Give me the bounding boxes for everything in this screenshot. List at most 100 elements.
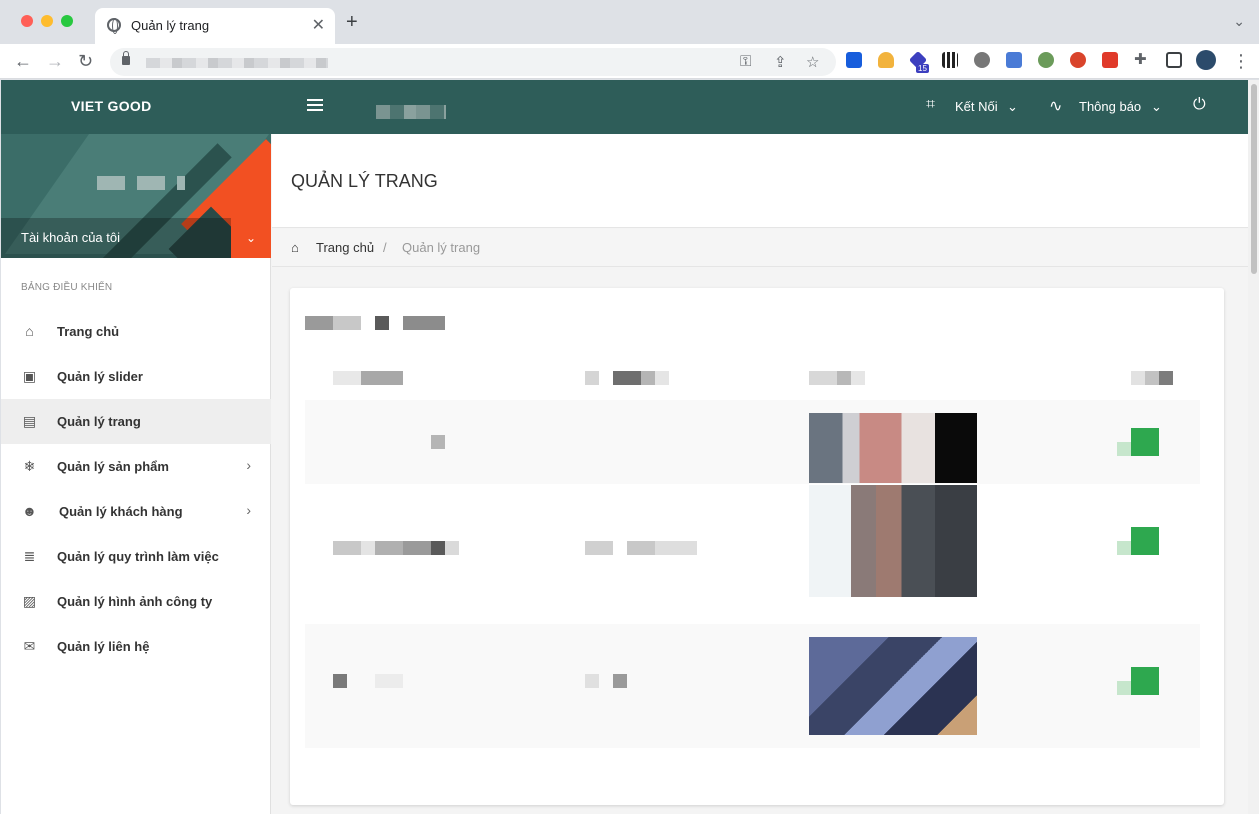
sidebar-item-products[interactable]: ❄ Quản lý sản phẩm ›	[1, 444, 271, 489]
sidebar-item-customers[interactable]: ☻ Quản lý khách hàng ›	[1, 489, 271, 534]
new-tab-button[interactable]: +	[346, 12, 358, 32]
status-toggle[interactable]	[1117, 527, 1159, 555]
content-card	[290, 288, 1224, 805]
breadcrumb: ⌂ Trang chủ / Quản lý trang	[272, 229, 1248, 267]
menu-toggle-icon[interactable]	[307, 99, 323, 113]
gallery-icon: ▨	[22, 593, 37, 609]
browser-tab-bar: Quản lý trang ✕ + ⌄	[0, 0, 1259, 44]
chevron-right-icon: ›	[246, 457, 251, 473]
home-icon: ⌂	[291, 240, 299, 255]
chevron-down-icon[interactable]: ⌄	[231, 218, 271, 258]
profile-banner: Tài khoản của tôi ⌄	[1, 134, 271, 258]
card-title-redacted	[305, 316, 445, 330]
table-row[interactable]	[305, 400, 1200, 484]
extension-badge: 15	[916, 64, 929, 73]
status-toggle[interactable]	[1117, 667, 1159, 695]
settings-extension-icon[interactable]	[974, 52, 990, 68]
notification-menu[interactable]: Thông báo	[1079, 99, 1141, 114]
chevron-right-icon: ›	[246, 502, 251, 518]
reload-icon[interactable]: ↻	[78, 50, 93, 72]
page-thumbnail	[809, 637, 977, 735]
chevron-down-icon[interactable]: ⌄	[1007, 99, 1018, 115]
extension-icon[interactable]	[1102, 52, 1118, 68]
cell-redacted	[333, 674, 403, 688]
profile-avatar[interactable]	[1196, 50, 1216, 70]
back-icon[interactable]: ←	[14, 50, 32, 72]
cell-redacted	[585, 674, 627, 688]
sidebar-item-gallery[interactable]: ▨ Quản lý hình ảnh công ty	[1, 579, 271, 624]
user-name-redacted	[97, 176, 185, 190]
qr-extension-icon[interactable]	[942, 52, 958, 68]
side-panel-icon[interactable]	[1166, 52, 1182, 68]
workflow-icon: ≣	[23, 548, 36, 564]
globe-icon	[107, 18, 121, 34]
page-header: QUẢN LÝ TRANG	[272, 134, 1248, 228]
scrollbar-thumb[interactable]	[1251, 84, 1257, 274]
chevron-down-icon[interactable]: ⌄	[1151, 99, 1162, 115]
close-window-button[interactable]	[21, 15, 33, 27]
sidebar-item-pages[interactable]: ▤ Quản lý trang	[1, 399, 271, 444]
sidebar-item-workflow[interactable]: ≣ Quản lý quy trình làm việc	[1, 534, 271, 579]
account-label: Tài khoản của tôi	[21, 230, 121, 245]
customer-icon: ☻	[22, 503, 37, 519]
power-icon[interactable]: ⏻	[1193, 96, 1206, 114]
url-text-redacted	[146, 58, 328, 68]
brand-logo[interactable]: VIET GOOD	[71, 98, 152, 114]
lock-icon	[122, 51, 130, 65]
tab-search-icon[interactable]: ⌄	[1233, 13, 1245, 30]
sidebar-item-label: Quản lý quy trình làm việc	[57, 549, 219, 564]
page-title: QUẢN LÝ TRANG	[291, 171, 438, 191]
sidebar-item-label: Quản lý sản phẩm	[57, 459, 169, 474]
breadcrumb-separator: /	[383, 240, 387, 255]
extension-icon[interactable]	[1038, 52, 1054, 68]
breadcrumb-home-link[interactable]: Trang chủ	[316, 240, 374, 255]
top-header: VIET GOOD ⌗ Kết Nối ⌄ ∿ Thông báo ⌄ ⏻	[1, 80, 1248, 134]
forward-icon[interactable]: →	[46, 50, 64, 72]
sidebar-item-contact[interactable]: ✉ Quản lý liên hệ	[1, 624, 271, 669]
account-menu[interactable]: Tài khoản của tôi ⌄	[1, 218, 271, 258]
app-root: VIET GOOD ⌗ Kết Nối ⌄ ∿ Thông báo ⌄ ⏻ Tà…	[1, 80, 1248, 814]
mail-icon: ✉	[23, 638, 36, 654]
activity-icon: ∿	[1049, 98, 1063, 115]
sidebar-item-slider[interactable]: ▣ Quản lý slider	[1, 354, 271, 399]
sidebar-item-label: Quản lý hình ảnh công ty	[57, 594, 213, 609]
lock-extension-icon[interactable]	[878, 52, 894, 68]
zoom-window-button[interactable]	[61, 15, 73, 27]
image-icon: ▣	[22, 368, 37, 384]
qr-connect-icon: ⌗	[926, 96, 936, 113]
page-icon: ▤	[22, 413, 37, 429]
connect-menu[interactable]: Kết Nối	[955, 99, 998, 114]
share-icon[interactable]: ⇪	[774, 53, 787, 71]
bookmark-star-icon[interactable]: ☆	[806, 53, 819, 71]
table-header-row	[305, 356, 1200, 400]
home-icon: ⌂	[25, 323, 34, 339]
cell-redacted	[333, 541, 459, 555]
page-thumbnail	[809, 413, 977, 483]
browser-menu-icon[interactable]: ⋮	[1232, 50, 1250, 72]
sidebar-section-title: BẢNG ĐIỀU KHIỂN	[21, 282, 113, 293]
cell-redacted	[431, 435, 445, 449]
translate-extension-icon[interactable]	[1006, 52, 1022, 68]
bitwarden-extension-icon[interactable]	[846, 52, 862, 68]
sidebar-nav: ⌂ Trang chủ ▣ Quản lý slider ▤ Quản lý t…	[1, 309, 271, 669]
key-icon[interactable]: ⚿	[740, 53, 751, 70]
sidebar: Tài khoản của tôi ⌄ BẢNG ĐIỀU KHIỂN ⌂ Tr…	[1, 134, 271, 814]
extension-icon[interactable]	[1070, 52, 1086, 68]
sidebar-item-label: Trang chủ	[57, 324, 120, 339]
puzzle-extensions-icon[interactable]: ✚	[1134, 52, 1150, 68]
column-header-redacted	[333, 371, 403, 385]
browser-toolbar: ← → ↻ ⚿ ⇪ ☆ ✚ ⋮	[0, 44, 1259, 79]
address-bar[interactable]: ⚿ ⇪ ☆	[110, 48, 836, 76]
browser-tab[interactable]: Quản lý trang ✕	[95, 8, 335, 44]
sidebar-item-home[interactable]: ⌂ Trang chủ	[1, 309, 271, 354]
header-text-redacted	[376, 105, 446, 119]
sidebar-item-label: Quản lý trang	[57, 414, 141, 429]
table-row[interactable]	[305, 624, 1200, 748]
table-row[interactable]	[305, 484, 1200, 624]
tab-close-icon[interactable]: ✕	[312, 15, 325, 35]
sidebar-item-label: Quản lý liên hệ	[57, 639, 150, 654]
column-header-redacted	[585, 371, 669, 385]
snowflake-icon: ❄	[23, 458, 36, 474]
status-toggle[interactable]	[1117, 428, 1159, 456]
minimize-window-button[interactable]	[41, 15, 53, 27]
